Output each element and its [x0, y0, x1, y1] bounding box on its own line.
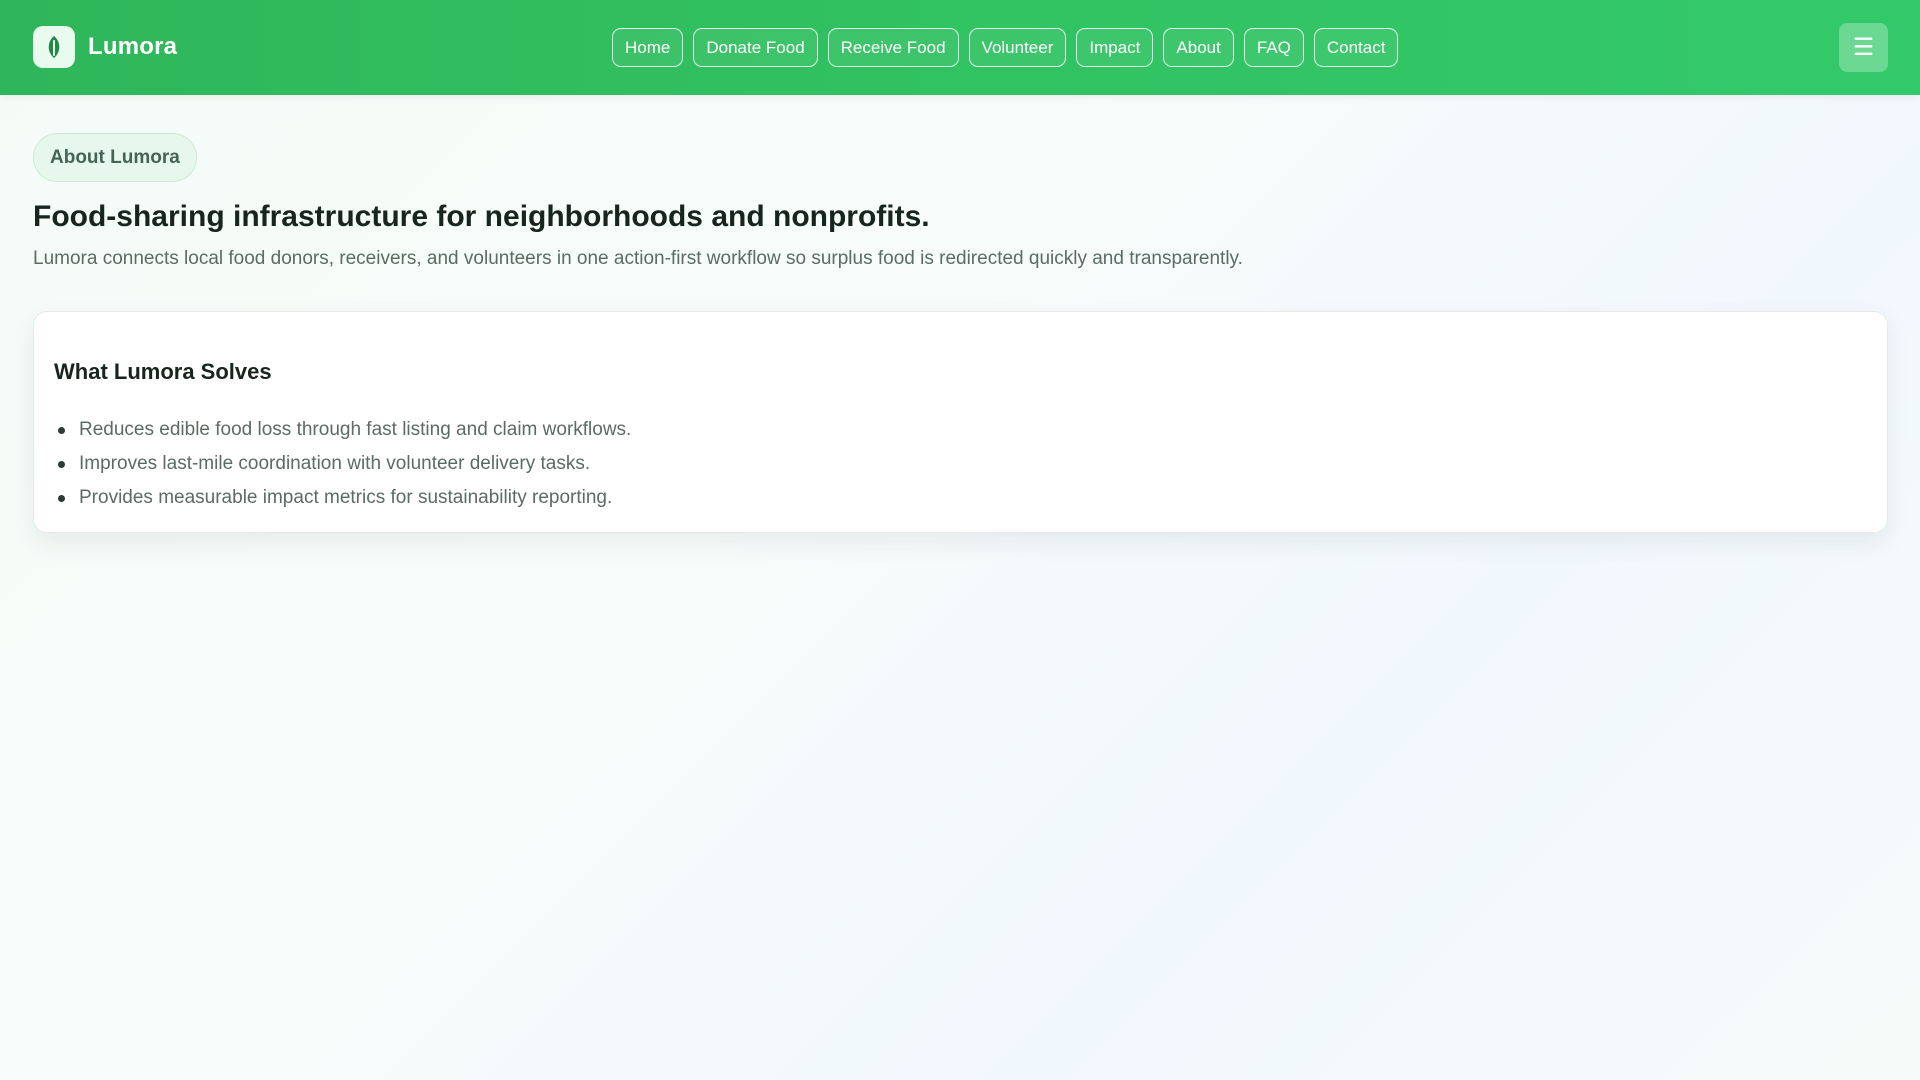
hamburger-menu-icon: ☰	[1852, 34, 1875, 61]
solves-card: What Lumora Solves Reduces edible food l…	[33, 311, 1888, 533]
main-nav: Home Donate Food Receive Food Volunteer …	[612, 28, 1399, 67]
brand-name: Lumora	[88, 33, 178, 60]
list-item-text: Reduces edible food loss through fast li…	[79, 419, 632, 440]
nav-contact[interactable]: Contact	[1313, 28, 1399, 67]
page-title: Food-sharing infrastructure for neighbor…	[33, 200, 930, 233]
bullet-icon	[58, 494, 65, 502]
page-description: Lumora connects local food donors, recei…	[33, 248, 1243, 269]
logo	[33, 26, 75, 68]
nav-home[interactable]: Home	[612, 28, 684, 67]
nav-volunteer[interactable]: Volunteer	[968, 28, 1067, 67]
card-title: What Lumora Solves	[54, 359, 272, 384]
nav-receive-food[interactable]: Receive Food	[827, 28, 959, 67]
leaf-icon	[48, 36, 60, 58]
nav-about[interactable]: About	[1163, 28, 1234, 67]
top-navigation-bar: Lumora Home Donate Food Receive Food Vol…	[0, 0, 1920, 95]
list-item: Reduces edible food loss through fast li…	[54, 413, 631, 447]
list-item-text: Improves last-mile coordination with vol…	[79, 453, 591, 474]
brand[interactable]: Lumora	[33, 26, 177, 68]
list-item: Improves last-mile coordination with vol…	[54, 447, 631, 481]
list-item-text: Provides measurable impact metrics for s…	[79, 487, 613, 508]
bullet-icon	[58, 426, 65, 434]
solves-list: Reduces edible food loss through fast li…	[54, 413, 631, 515]
section-badge: About Lumora	[33, 133, 197, 182]
nav-faq[interactable]: FAQ	[1243, 28, 1304, 67]
list-item: Provides measurable impact metrics for s…	[54, 481, 631, 515]
menu-button[interactable]: ☰	[1839, 23, 1888, 72]
nav-impact[interactable]: Impact	[1076, 28, 1154, 67]
bullet-icon	[58, 460, 65, 468]
nav-donate-food[interactable]: Donate Food	[693, 28, 818, 67]
